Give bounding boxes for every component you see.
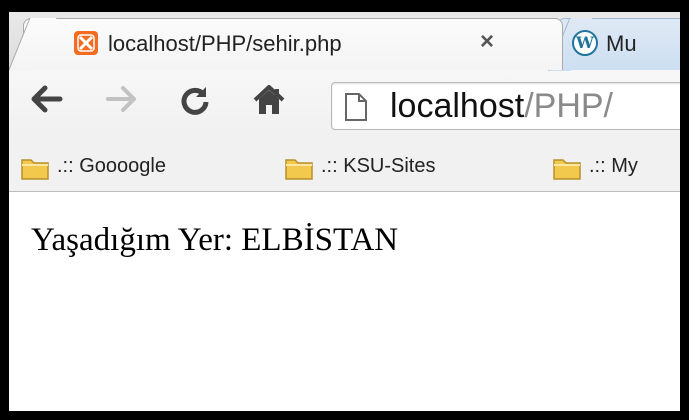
folder-icon (21, 159, 49, 180)
xampp-icon (74, 31, 98, 55)
tab-title: Mu (606, 31, 637, 56)
page-icon (345, 93, 367, 121)
reload-icon (181, 87, 209, 115)
address-bar[interactable]: localhost/PHP/ (331, 82, 680, 130)
tab-wordpress[interactable]: W Mu (557, 18, 680, 70)
navigation-toolbar: localhost/PHP/ (9, 70, 680, 144)
folder-icon (285, 159, 313, 180)
arrow-left-icon (31, 85, 63, 113)
tab-title: localhost/PHP/sehir.php (108, 31, 342, 56)
bookmark-label: .:: Goooogle (57, 155, 166, 177)
url-host: localhost (390, 87, 525, 125)
arrow-right-icon (106, 86, 136, 112)
folder-icon (553, 159, 581, 180)
back-button[interactable] (27, 84, 67, 124)
forward-button[interactable] (101, 84, 141, 124)
tab-sehir[interactable]: localhost/PHP/sehir.php × (23, 18, 563, 70)
home-icon (253, 85, 285, 114)
page-content: Yaşadığım Yer: ELBİSTAN (9, 192, 680, 411)
reload-button[interactable] (175, 84, 215, 124)
page-text: Yaşadığım Yer: ELBİSTAN (31, 222, 399, 258)
close-icon[interactable]: × (480, 28, 494, 56)
bookmark-label: .:: My (589, 155, 638, 177)
home-button[interactable] (249, 84, 289, 124)
browser-window: localhost/PHP/sehir.php × W Mu localhost… (0, 0, 689, 420)
tab-strip: localhost/PHP/sehir.php × W Mu (9, 12, 680, 70)
wordpress-icon: W (572, 30, 598, 56)
url-text: localhost/PHP/ (390, 87, 613, 126)
url-path: /PHP/ (524, 87, 614, 125)
bookmarks-bar: .:: Goooogle .:: KSU-Sites .:: My (9, 144, 680, 192)
bookmark-label: .:: KSU-Sites (321, 155, 436, 177)
